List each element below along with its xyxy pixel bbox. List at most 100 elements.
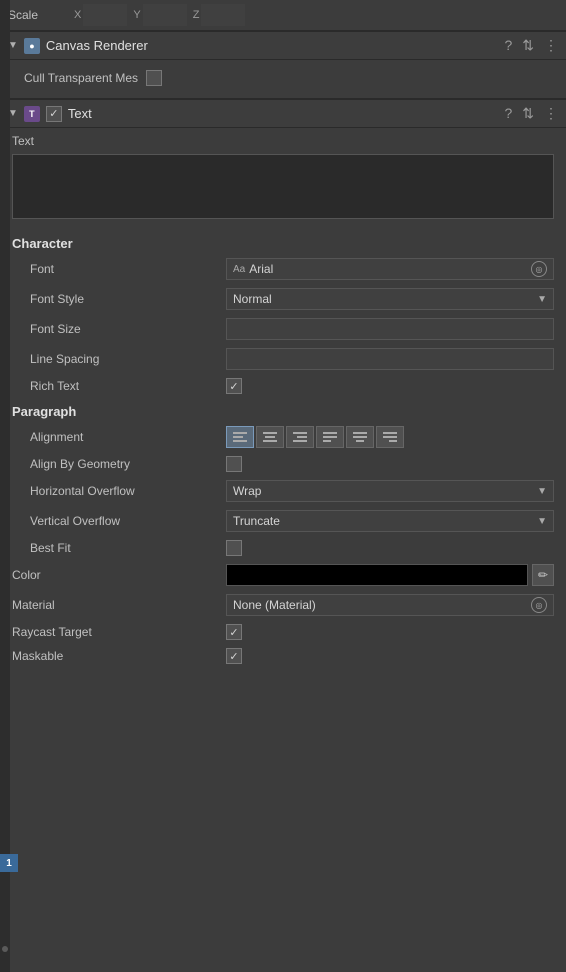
cull-transparent-row: Cull Transparent Mes (12, 66, 554, 92)
horizontal-overflow-value: Wrap ▼ (226, 480, 554, 502)
color-row: Color ✏ (0, 560, 566, 590)
maskable-checkbox[interactable] (226, 648, 242, 664)
vertical-overflow-current: Truncate (233, 514, 280, 528)
font-target-icon[interactable]: ◎ (531, 261, 547, 277)
text-more-icon[interactable]: ⋮ (544, 105, 558, 122)
color-field: ✏ (226, 564, 554, 586)
font-style-arrow: ▼ (537, 294, 547, 305)
canvas-more-icon[interactable]: ⋮ (544, 37, 558, 54)
scale-x-group: X 1 (74, 4, 127, 26)
line-spacing-label: Line Spacing (12, 352, 222, 366)
text-enabled-checkbox[interactable] (46, 106, 62, 122)
maskable-label: Maskable (12, 649, 222, 663)
font-field[interactable]: Aa Arial ◎ (226, 258, 554, 280)
text-help-icon[interactable]: ? (504, 105, 512, 122)
align-right-icon (293, 431, 307, 443)
align-justify-right-btn[interactable] (376, 426, 404, 448)
alignment-label: Alignment (12, 430, 222, 444)
scale-row: Scale X 1 Y 1 Z 1 (0, 0, 566, 31)
horizontal-overflow-current: Wrap (233, 484, 261, 498)
font-size-input[interactable]: 40 (226, 318, 554, 340)
cull-transparent-label: Cull Transparent Mes (24, 71, 138, 85)
font-row: Font Aa Arial ◎ (0, 254, 566, 284)
font-style-label: Font Style (12, 292, 222, 306)
align-justify-left-icon (323, 431, 337, 443)
font-name: Arial (249, 262, 527, 276)
horizontal-overflow-row: Horizontal Overflow Wrap ▼ (0, 476, 566, 506)
line-spacing-value: 1 (226, 348, 554, 370)
y-label: Y (133, 9, 140, 21)
scale-z-input[interactable]: 1 (201, 4, 245, 26)
maskable-row: Maskable (0, 644, 566, 668)
vertical-overflow-dropdown[interactable]: Truncate ▼ (226, 510, 554, 532)
color-swatch[interactable] (226, 564, 528, 586)
material-name: None (Material) (233, 598, 316, 612)
z-label: Z (193, 9, 200, 21)
align-center-icon (263, 431, 277, 443)
font-size-label: Font Size (12, 322, 222, 336)
align-justify-center-btn[interactable] (346, 426, 374, 448)
font-style-row: Font Style Normal ▼ (0, 284, 566, 314)
align-right-btn[interactable] (286, 426, 314, 448)
raycast-target-checkbox[interactable] (226, 624, 242, 640)
alignment-value (226, 426, 554, 448)
material-target-icon[interactable]: ◎ (531, 597, 547, 613)
cull-transparent-checkbox[interactable] (146, 70, 162, 86)
material-row: Material None (Material) ◎ (0, 590, 566, 620)
eyedropper-button[interactable]: ✏ (532, 564, 554, 586)
text-input[interactable] (12, 154, 554, 219)
alignment-buttons (226, 426, 554, 448)
raycast-target-row: Raycast Target (0, 620, 566, 644)
page-badge: 1 (0, 854, 18, 872)
line-spacing-input[interactable]: 1 (226, 348, 554, 370)
vertical-overflow-row: Vertical Overflow Truncate ▼ (0, 506, 566, 536)
sidebar-dot (2, 946, 8, 952)
text-area-wrapper (0, 151, 566, 230)
text-field-label: Text (0, 128, 566, 151)
left-sidebar: 1 (0, 0, 10, 972)
material-field[interactable]: None (Material) ◎ (226, 594, 554, 616)
color-value: ✏ (226, 564, 554, 586)
align-justify-right-icon (383, 431, 397, 443)
vertical-overflow-label: Vertical Overflow (12, 514, 222, 528)
rich-text-label: Rich Text (12, 379, 222, 393)
x-label: X (74, 9, 81, 21)
align-left-icon (233, 431, 247, 443)
best-fit-row: Best Fit (0, 536, 566, 560)
rich-text-checkbox[interactable] (226, 378, 242, 394)
horizontal-overflow-dropdown[interactable]: Wrap ▼ (226, 480, 554, 502)
canvas-renderer-title: Canvas Renderer (46, 38, 499, 53)
font-size-value: 40 (226, 318, 554, 340)
align-center-btn[interactable] (256, 426, 284, 448)
text-settings-icon[interactable]: ⇅ (522, 105, 534, 122)
text-header-icons: ? ⇅ ⋮ (504, 105, 558, 122)
vertical-overflow-value: Truncate ▼ (226, 510, 554, 532)
text-component-icon: T (24, 106, 40, 122)
canvas-help-icon[interactable]: ? (504, 37, 512, 54)
font-style-value: Normal ▼ (226, 288, 554, 310)
text-component-title: Text (68, 106, 499, 121)
material-value: None (Material) ◎ (226, 594, 554, 616)
align-left-btn[interactable] (226, 426, 254, 448)
material-label: Material (12, 598, 222, 612)
paragraph-label: Paragraph (0, 398, 566, 422)
canvas-renderer-icon: ● (24, 38, 40, 54)
align-by-geometry-checkbox[interactable] (226, 456, 242, 472)
font-value: Aa Arial ◎ (226, 258, 554, 280)
horizontal-overflow-arrow: ▼ (537, 486, 547, 497)
font-style-current: Normal (233, 292, 272, 306)
font-style-dropdown[interactable]: Normal ▼ (226, 288, 554, 310)
align-by-geometry-value (226, 456, 554, 472)
scale-y-input[interactable]: 1 (143, 4, 187, 26)
horizontal-overflow-label: Horizontal Overflow (12, 484, 222, 498)
best-fit-checkbox[interactable] (226, 540, 242, 556)
align-justify-left-btn[interactable] (316, 426, 344, 448)
best-fit-label: Best Fit (12, 541, 222, 555)
font-label: Font (12, 262, 222, 276)
rich-text-row: Rich Text (0, 374, 566, 398)
canvas-settings-icon[interactable]: ⇅ (522, 37, 534, 54)
raycast-target-label: Raycast Target (12, 625, 222, 639)
scale-x-input[interactable]: 1 (83, 4, 127, 26)
text-component-header: ▼ T Text ? ⇅ ⋮ (0, 99, 566, 128)
line-spacing-row: Line Spacing 1 (0, 344, 566, 374)
